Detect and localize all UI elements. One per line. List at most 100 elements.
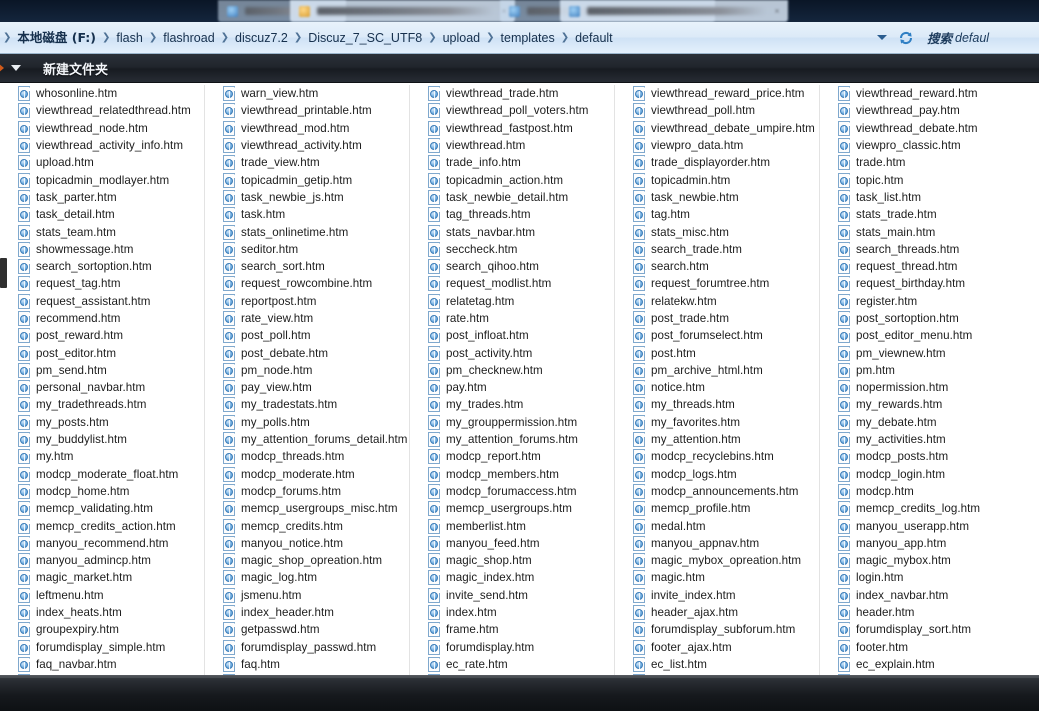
file-list-item[interactable]: post_editor.htm xyxy=(18,344,204,361)
file-list-item[interactable]: faq_navbar.htm xyxy=(18,656,204,673)
file-list-item[interactable]: my.htm xyxy=(18,448,204,465)
file-list-item[interactable]: modcp_moderate.htm xyxy=(223,466,409,483)
file-list-item[interactable]: pay.htm xyxy=(428,379,614,396)
file-list-item[interactable]: my_polls.htm xyxy=(223,414,409,431)
file-list-item[interactable]: showmessage.htm xyxy=(18,241,204,258)
file-list-item[interactable]: viewthread_trade.htm xyxy=(428,85,614,102)
file-list-item[interactable]: post_infloat.htm xyxy=(428,327,614,344)
file-list-item[interactable]: pm_node.htm xyxy=(223,362,409,379)
file-list-item[interactable]: stats_navbar.htm xyxy=(428,223,614,240)
chevron-down-icon[interactable] xyxy=(11,65,21,71)
file-list-item[interactable]: footer.htm xyxy=(838,639,1025,656)
file-list-item[interactable]: upload.htm xyxy=(18,154,204,171)
file-list-item[interactable]: magic_mybox.htm xyxy=(838,552,1025,569)
file-list-pane[interactable]: whosonline.htm viewthread_relatedthread.h… xyxy=(0,83,1039,675)
file-list-item[interactable]: post_activity.htm xyxy=(428,344,614,361)
file-list-item[interactable]: getpasswd.htm xyxy=(223,621,409,638)
file-list-item[interactable]: stats_misc.htm xyxy=(633,223,819,240)
file-list-item[interactable]: forumdisplay.htm xyxy=(428,639,614,656)
file-list-item[interactable]: viewthread_activity.htm xyxy=(223,137,409,154)
file-list-item[interactable]: viewthread_debate.htm xyxy=(838,120,1025,137)
file-list-item[interactable]: invite_index.htm xyxy=(633,587,819,604)
file-list-item[interactable]: manyou_notice.htm xyxy=(223,535,409,552)
file-list-item[interactable]: search.htm xyxy=(633,258,819,275)
file-list-item[interactable]: forumdisplay_passwd.htm xyxy=(223,639,409,656)
file-list-item[interactable]: modcp_recyclebins.htm xyxy=(633,448,819,465)
file-list-item[interactable]: my_activities.htm xyxy=(838,431,1025,448)
refresh-icon[interactable] xyxy=(897,29,915,47)
file-list-item[interactable]: leftmenu.htm xyxy=(18,587,204,604)
file-list-item[interactable]: stats_team.htm xyxy=(18,223,204,240)
breadcrumb-item-upload[interactable]: upload xyxy=(438,27,486,49)
file-list-item[interactable]: register.htm xyxy=(838,293,1025,310)
file-list-item[interactable]: forumdisplay_subforum.htm xyxy=(633,621,819,638)
file-list-item[interactable]: reportpost.htm xyxy=(223,293,409,310)
file-list-item[interactable]: my_grouppermission.htm xyxy=(428,414,614,431)
file-list-item[interactable]: request_thread.htm xyxy=(838,258,1025,275)
file-list-item[interactable]: pm_checknew.htm xyxy=(428,362,614,379)
file-list-item[interactable]: notice.htm xyxy=(633,379,819,396)
file-list-item[interactable]: my_debate.htm xyxy=(838,414,1025,431)
file-list-item[interactable]: tag_threads.htm xyxy=(428,206,614,223)
file-list-item[interactable]: topicadmin_modlayer.htm xyxy=(18,171,204,188)
vertical-scrollbar-thumb[interactable] xyxy=(0,258,7,288)
file-list-item[interactable]: warn_view.htm xyxy=(223,85,409,102)
file-list-item[interactable]: modcp_members.htm xyxy=(428,466,614,483)
file-list-item[interactable]: magic.htm xyxy=(633,569,819,586)
file-list-item[interactable]: forumdisplay_simple.htm xyxy=(18,639,204,656)
file-list-item[interactable]: modcp_report.htm xyxy=(428,448,614,465)
file-list-item[interactable]: manyou_appnav.htm xyxy=(633,535,819,552)
file-list-item[interactable]: post_reward.htm xyxy=(18,327,204,344)
search-input[interactable]: 搜索 defaul xyxy=(927,28,1035,48)
file-list-item[interactable]: magic_log.htm xyxy=(223,569,409,586)
file-list-item[interactable]: magic_mybox_opreation.htm xyxy=(633,552,819,569)
file-list-item[interactable]: memcp_credits_action.htm xyxy=(18,517,204,534)
chevron-down-icon[interactable] xyxy=(877,35,887,40)
file-list-item[interactable]: task_newbie_detail.htm xyxy=(428,189,614,206)
file-list-item[interactable]: footer_ajax.htm xyxy=(633,639,819,656)
file-list-item[interactable]: my_threads.htm xyxy=(633,396,819,413)
file-list-item[interactable]: memcp_validating.htm xyxy=(18,500,204,517)
file-list-item[interactable]: viewthread_reward_price.htm xyxy=(633,85,819,102)
file-list-item[interactable]: modcp_login.htm xyxy=(838,466,1025,483)
file-list-item[interactable]: search_qihoo.htm xyxy=(428,258,614,275)
file-list-item[interactable]: viewthread_mod.htm xyxy=(223,120,409,137)
file-list-item[interactable]: search_sortoption.htm xyxy=(18,258,204,275)
file-list-item[interactable]: search_trade.htm xyxy=(633,241,819,258)
breadcrumb-item-flashroad[interactable]: flashroad xyxy=(158,27,219,49)
file-list-item[interactable]: topic.htm xyxy=(838,171,1025,188)
file-list-item[interactable]: nopermission.htm xyxy=(838,379,1025,396)
file-list-item[interactable]: viewthread_reward.htm xyxy=(838,85,1025,102)
file-list-item[interactable]: post_trade.htm xyxy=(633,310,819,327)
file-list-item[interactable]: modcp_forums.htm xyxy=(223,483,409,500)
file-list-item[interactable]: tag.htm xyxy=(633,206,819,223)
file-list-item[interactable]: topicadmin_action.htm xyxy=(428,171,614,188)
file-list-item[interactable]: modcp_announcements.htm xyxy=(633,483,819,500)
file-list-item[interactable]: trade_displayorder.htm xyxy=(633,154,819,171)
file-list-item[interactable]: manyou_app.htm xyxy=(838,535,1025,552)
file-list-item[interactable]: pay_view.htm xyxy=(223,379,409,396)
file-list-item[interactable]: topicadmin.htm xyxy=(633,171,819,188)
file-list-item[interactable]: ec_list.htm xyxy=(633,656,819,673)
file-list-item[interactable]: recommend.htm xyxy=(18,310,204,327)
file-list-item[interactable]: manyou_recommend.htm xyxy=(18,535,204,552)
file-list-item[interactable]: memcp_credits.htm xyxy=(223,517,409,534)
file-list-item[interactable]: pm_viewnew.htm xyxy=(838,344,1025,361)
breadcrumb-item-default[interactable]: default xyxy=(570,27,618,49)
file-list-item[interactable]: forumdisplay_sort.htm xyxy=(838,621,1025,638)
file-list-item[interactable]: magic_market.htm xyxy=(18,569,204,586)
file-list-item[interactable]: index_navbar.htm xyxy=(838,587,1025,604)
file-list-item[interactable]: my_buddylist.htm xyxy=(18,431,204,448)
file-list-item[interactable]: index_header.htm xyxy=(223,604,409,621)
file-list-item[interactable]: post_sortoption.htm xyxy=(838,310,1025,327)
file-list-item[interactable]: viewthread_poll_voters.htm xyxy=(428,102,614,119)
file-list-item[interactable]: memcp_usergroups.htm xyxy=(428,500,614,517)
file-list-item[interactable]: faq.htm xyxy=(223,656,409,673)
file-list-item[interactable]: my_trades.htm xyxy=(428,396,614,413)
file-list-item[interactable]: pm_send.htm xyxy=(18,362,204,379)
file-list-item[interactable]: viewthread_fastpost.htm xyxy=(428,120,614,137)
file-list-item[interactable]: ec_rate.htm xyxy=(428,656,614,673)
file-list-item[interactable]: frame.htm xyxy=(428,621,614,638)
file-list-item[interactable]: personal_navbar.htm xyxy=(18,379,204,396)
file-list-item[interactable]: request_forumtree.htm xyxy=(633,275,819,292)
